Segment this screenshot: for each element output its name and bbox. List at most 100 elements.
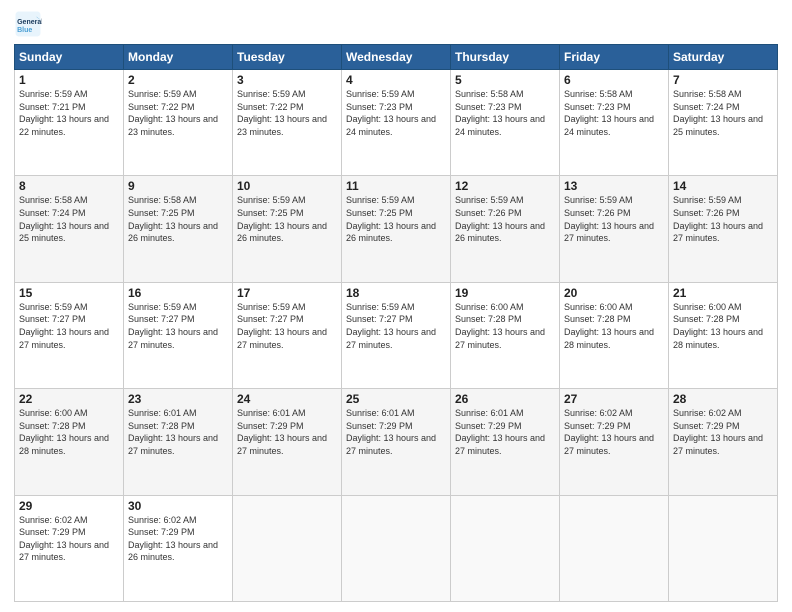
header: General Blue (14, 10, 778, 38)
table-row: 20 Sunrise: 6:00 AMSunset: 7:28 PMDaylig… (560, 282, 669, 388)
table-row: 18 Sunrise: 5:59 AMSunset: 7:27 PMDaylig… (342, 282, 451, 388)
day-number: 5 (455, 73, 555, 87)
day-info: Sunrise: 6:02 AMSunset: 7:29 PMDaylight:… (19, 515, 109, 563)
calendar-week-row: 8 Sunrise: 5:58 AMSunset: 7:24 PMDayligh… (15, 176, 778, 282)
table-row: 9 Sunrise: 5:58 AMSunset: 7:25 PMDayligh… (124, 176, 233, 282)
calendar-week-row: 29 Sunrise: 6:02 AMSunset: 7:29 PMDaylig… (15, 495, 778, 601)
day-number: 25 (346, 392, 446, 406)
table-row (451, 495, 560, 601)
day-number: 6 (564, 73, 664, 87)
day-info: Sunrise: 6:02 AMSunset: 7:29 PMDaylight:… (128, 515, 218, 563)
day-number: 16 (128, 286, 228, 300)
day-info: Sunrise: 5:58 AMSunset: 7:23 PMDaylight:… (564, 89, 654, 137)
day-number: 12 (455, 179, 555, 193)
day-info: Sunrise: 6:01 AMSunset: 7:29 PMDaylight:… (455, 408, 545, 456)
day-number: 30 (128, 499, 228, 513)
table-row: 2 Sunrise: 5:59 AMSunset: 7:22 PMDayligh… (124, 70, 233, 176)
table-row: 14 Sunrise: 5:59 AMSunset: 7:26 PMDaylig… (669, 176, 778, 282)
day-number: 11 (346, 179, 446, 193)
day-number: 22 (19, 392, 119, 406)
day-number: 27 (564, 392, 664, 406)
svg-text:Blue: Blue (17, 27, 32, 34)
table-row (342, 495, 451, 601)
table-row: 15 Sunrise: 5:59 AMSunset: 7:27 PMDaylig… (15, 282, 124, 388)
table-row: 13 Sunrise: 5:59 AMSunset: 7:26 PMDaylig… (560, 176, 669, 282)
day-number: 18 (346, 286, 446, 300)
day-info: Sunrise: 5:59 AMSunset: 7:27 PMDaylight:… (346, 302, 436, 350)
page: General Blue Sunday Monday Tuesday Wedne… (0, 0, 792, 612)
table-row: 21 Sunrise: 6:00 AMSunset: 7:28 PMDaylig… (669, 282, 778, 388)
col-saturday: Saturday (669, 45, 778, 70)
table-row: 12 Sunrise: 5:59 AMSunset: 7:26 PMDaylig… (451, 176, 560, 282)
table-row: 4 Sunrise: 5:59 AMSunset: 7:23 PMDayligh… (342, 70, 451, 176)
day-info: Sunrise: 6:01 AMSunset: 7:29 PMDaylight:… (237, 408, 327, 456)
svg-text:General: General (17, 19, 42, 26)
col-sunday: Sunday (15, 45, 124, 70)
table-row: 16 Sunrise: 5:59 AMSunset: 7:27 PMDaylig… (124, 282, 233, 388)
day-info: Sunrise: 6:02 AMSunset: 7:29 PMDaylight:… (673, 408, 763, 456)
day-number: 20 (564, 286, 664, 300)
table-row: 26 Sunrise: 6:01 AMSunset: 7:29 PMDaylig… (451, 389, 560, 495)
day-number: 24 (237, 392, 337, 406)
table-row: 3 Sunrise: 5:59 AMSunset: 7:22 PMDayligh… (233, 70, 342, 176)
table-row: 5 Sunrise: 5:58 AMSunset: 7:23 PMDayligh… (451, 70, 560, 176)
day-number: 21 (673, 286, 773, 300)
day-number: 15 (19, 286, 119, 300)
day-info: Sunrise: 5:59 AMSunset: 7:27 PMDaylight:… (19, 302, 109, 350)
day-info: Sunrise: 5:59 AMSunset: 7:23 PMDaylight:… (346, 89, 436, 137)
table-row: 19 Sunrise: 6:00 AMSunset: 7:28 PMDaylig… (451, 282, 560, 388)
table-row (669, 495, 778, 601)
day-number: 29 (19, 499, 119, 513)
calendar-week-row: 15 Sunrise: 5:59 AMSunset: 7:27 PMDaylig… (15, 282, 778, 388)
day-info: Sunrise: 5:59 AMSunset: 7:26 PMDaylight:… (564, 195, 654, 243)
table-row: 6 Sunrise: 5:58 AMSunset: 7:23 PMDayligh… (560, 70, 669, 176)
day-number: 4 (346, 73, 446, 87)
calendar-week-row: 1 Sunrise: 5:59 AMSunset: 7:21 PMDayligh… (15, 70, 778, 176)
day-number: 9 (128, 179, 228, 193)
day-info: Sunrise: 6:00 AMSunset: 7:28 PMDaylight:… (455, 302, 545, 350)
table-row (233, 495, 342, 601)
day-number: 2 (128, 73, 228, 87)
day-info: Sunrise: 5:59 AMSunset: 7:22 PMDaylight:… (237, 89, 327, 137)
day-info: Sunrise: 6:02 AMSunset: 7:29 PMDaylight:… (564, 408, 654, 456)
day-info: Sunrise: 6:00 AMSunset: 7:28 PMDaylight:… (19, 408, 109, 456)
day-info: Sunrise: 5:59 AMSunset: 7:26 PMDaylight:… (673, 195, 763, 243)
day-info: Sunrise: 5:59 AMSunset: 7:25 PMDaylight:… (346, 195, 436, 243)
col-tuesday: Tuesday (233, 45, 342, 70)
table-row: 29 Sunrise: 6:02 AMSunset: 7:29 PMDaylig… (15, 495, 124, 601)
day-number: 1 (19, 73, 119, 87)
table-row: 1 Sunrise: 5:59 AMSunset: 7:21 PMDayligh… (15, 70, 124, 176)
logo-icon: General Blue (14, 10, 42, 38)
calendar-table: Sunday Monday Tuesday Wednesday Thursday… (14, 44, 778, 602)
calendar-week-row: 22 Sunrise: 6:00 AMSunset: 7:28 PMDaylig… (15, 389, 778, 495)
day-info: Sunrise: 6:00 AMSunset: 7:28 PMDaylight:… (564, 302, 654, 350)
day-number: 17 (237, 286, 337, 300)
table-row: 28 Sunrise: 6:02 AMSunset: 7:29 PMDaylig… (669, 389, 778, 495)
table-row: 24 Sunrise: 6:01 AMSunset: 7:29 PMDaylig… (233, 389, 342, 495)
day-number: 3 (237, 73, 337, 87)
col-thursday: Thursday (451, 45, 560, 70)
day-info: Sunrise: 5:58 AMSunset: 7:24 PMDaylight:… (19, 195, 109, 243)
calendar-header-row: Sunday Monday Tuesday Wednesday Thursday… (15, 45, 778, 70)
col-monday: Monday (124, 45, 233, 70)
day-info: Sunrise: 5:58 AMSunset: 7:25 PMDaylight:… (128, 195, 218, 243)
day-number: 8 (19, 179, 119, 193)
table-row: 27 Sunrise: 6:02 AMSunset: 7:29 PMDaylig… (560, 389, 669, 495)
table-row (560, 495, 669, 601)
day-info: Sunrise: 5:59 AMSunset: 7:25 PMDaylight:… (237, 195, 327, 243)
table-row: 17 Sunrise: 5:59 AMSunset: 7:27 PMDaylig… (233, 282, 342, 388)
day-info: Sunrise: 6:00 AMSunset: 7:28 PMDaylight:… (673, 302, 763, 350)
table-row: 30 Sunrise: 6:02 AMSunset: 7:29 PMDaylig… (124, 495, 233, 601)
day-number: 10 (237, 179, 337, 193)
day-number: 14 (673, 179, 773, 193)
day-info: Sunrise: 5:59 AMSunset: 7:27 PMDaylight:… (128, 302, 218, 350)
table-row: 25 Sunrise: 6:01 AMSunset: 7:29 PMDaylig… (342, 389, 451, 495)
day-number: 23 (128, 392, 228, 406)
day-info: Sunrise: 6:01 AMSunset: 7:28 PMDaylight:… (128, 408, 218, 456)
col-wednesday: Wednesday (342, 45, 451, 70)
day-info: Sunrise: 6:01 AMSunset: 7:29 PMDaylight:… (346, 408, 436, 456)
table-row: 22 Sunrise: 6:00 AMSunset: 7:28 PMDaylig… (15, 389, 124, 495)
day-info: Sunrise: 5:59 AMSunset: 7:27 PMDaylight:… (237, 302, 327, 350)
day-number: 26 (455, 392, 555, 406)
day-number: 13 (564, 179, 664, 193)
